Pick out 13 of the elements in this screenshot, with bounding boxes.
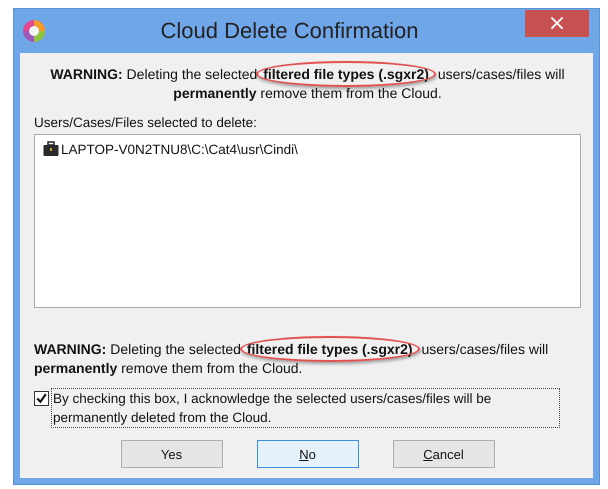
app-logo-icon [22,19,46,43]
acknowledge-label[interactable]: By checking this box, I acknowledge the selected users/cases/files will be permanently deleted from the Cloud. [51,388,560,428]
list-item[interactable]: LAPTOP-V0N2TNU8\C:\Cat4\usr\Cindi\ [61,142,298,156]
dialog-button[interactable]: No [256,440,358,468]
checkbox[interactable] [34,391,49,406]
dialog-button[interactable]: Cancel [392,440,494,468]
dialog-button[interactable]: Yes [120,440,222,468]
warning-text: WARNING: Deleting the selected filtered file types (.sgxr2) users/cases/files will permanently remove them from the Cloud. [34,340,581,378]
warning-text: WARNING: Deleting the selected filtered file types (.sgxr2) users/cases/files will permanently remove them from the Cloud. [34,65,581,103]
list-label: Users/Cases/Files selected to delete: [34,115,258,130]
close-button[interactable]: × [525,10,589,37]
window-title: Cloud Delete Confirmation [159,18,420,44]
briefcase-icon [43,141,59,157]
